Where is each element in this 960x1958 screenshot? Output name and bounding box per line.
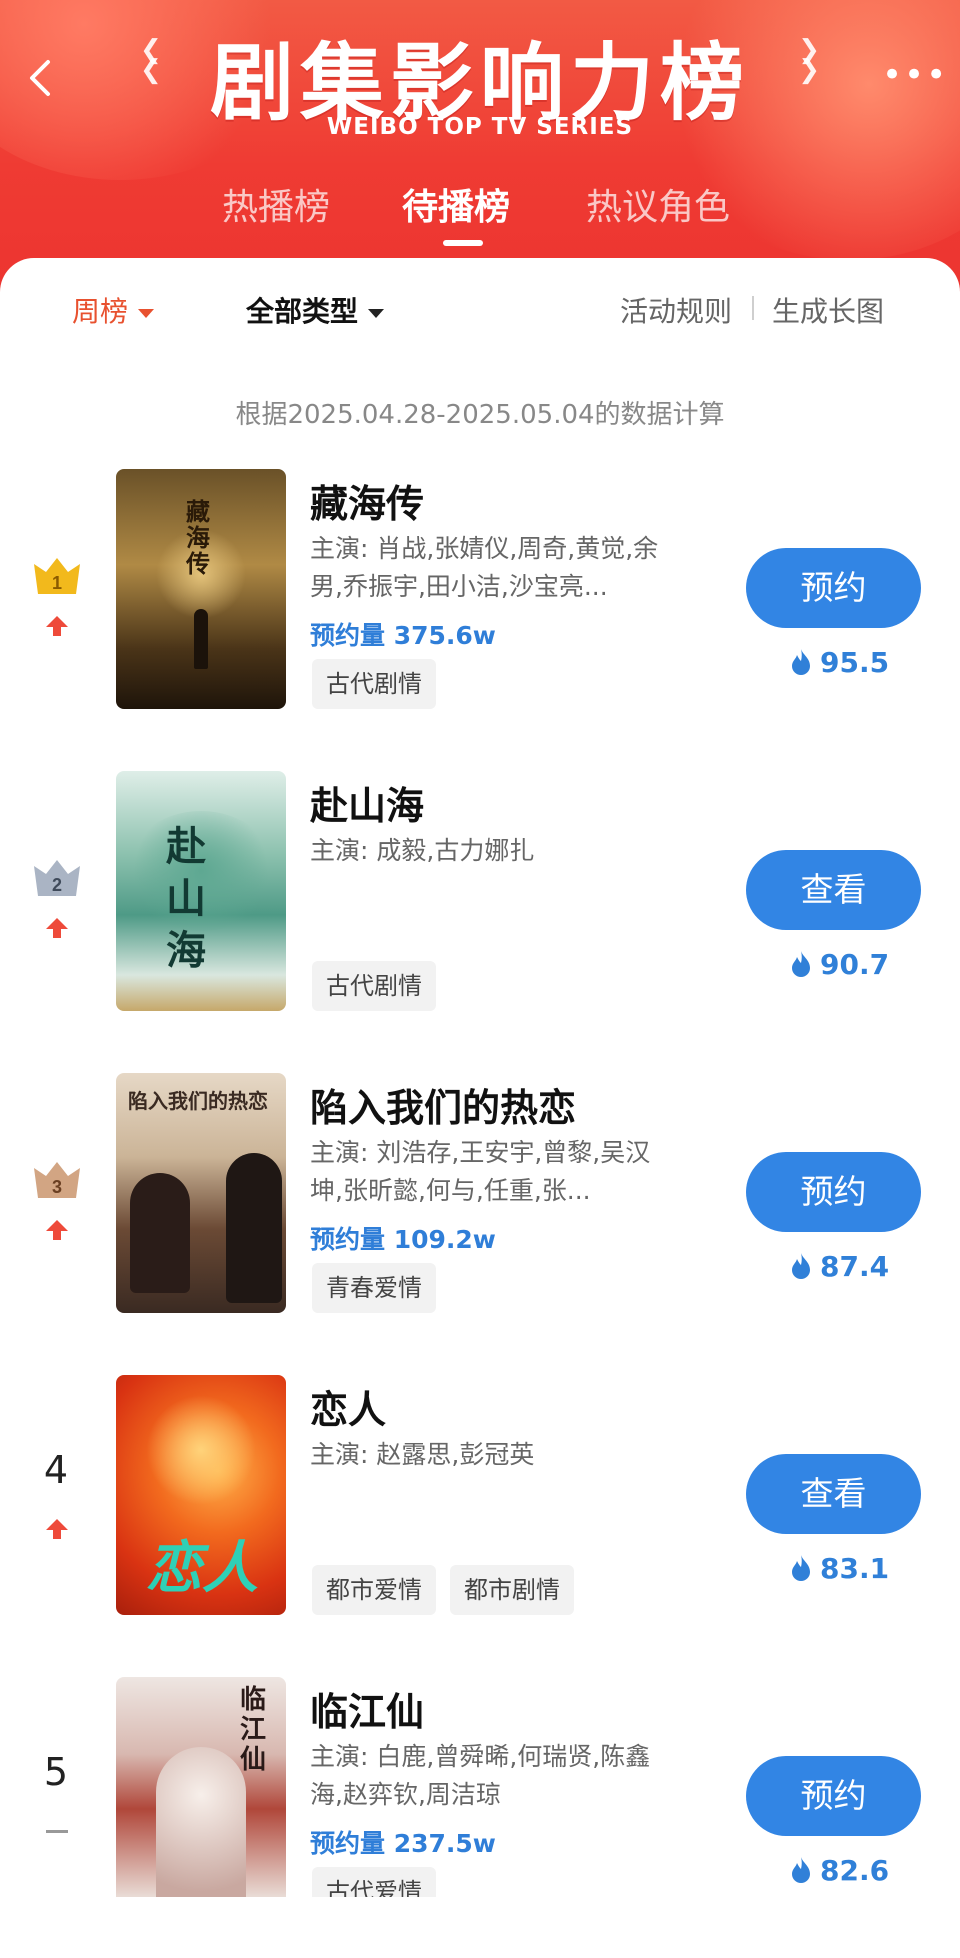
poster-image[interactable]: 恋人 [116,1375,286,1615]
genre-tag[interactable]: 都市剧情 [450,1565,574,1615]
genre-tag[interactable]: 青春爱情 [312,1263,436,1313]
cast-list: 主演: 成毅,古力娜扎 [310,836,535,865]
activity-rules-link[interactable]: 活动规则 [620,290,732,330]
trend-up-icon [46,616,68,636]
trend-flat-icon [46,1830,68,1833]
tab-hot-airing[interactable]: 热播榜 [222,178,330,230]
cast-list: 主演: 肖战,张婧仪,周奇,黄觉,余男,乔振宇,田小洁,沙宝亮... [310,534,659,601]
period-label: 周榜 [72,295,129,328]
reserve-button[interactable]: 预约 [746,1152,921,1232]
poster-image[interactable]: 临江仙 [116,1677,286,1897]
reservation-count: 预约量 109.2w [310,1220,496,1256]
flame-icon [792,1857,810,1883]
reservation-count: 预约量 375.6w [310,616,496,652]
heat-value: 90.7 [820,948,890,981]
caret-down-icon [368,308,385,318]
tab-upcoming[interactable]: 待播榜 [402,178,510,230]
heat-score: 90.7 [790,948,889,981]
show-title[interactable]: 恋人 [310,1379,386,1434]
heat-score: 95.5 [790,646,889,679]
reservation-value: 237.5w [393,1829,496,1858]
reservation-label: 预约量 [310,1829,386,1858]
trend-up-icon [46,918,68,938]
flame-icon [792,1253,810,1279]
type-label: 全部类型 [246,295,359,328]
show-title[interactable]: 藏海传 [310,473,424,528]
data-period-note: 根据2025.04.28-2025.05.04的数据计算 [235,400,725,430]
view-button[interactable]: 查看 [746,1454,921,1534]
poster-image[interactable]: 赴山海 [116,771,286,1011]
reservation-label: 预约量 [310,621,386,650]
header-banner: ••• ❮ ❮ ❯ ❯ 剧集影响力榜 WEIBO TOP TV SERIES 热播榜… [0,0,960,300]
cast-list: 主演: 白鹿,曾舜晞,何瑞贤,陈鑫海,赵弈钦,周洁琼 [310,1742,651,1809]
genre-tag[interactable]: 古代剧情 [312,961,436,1011]
flame-icon [792,649,810,675]
genre-tag[interactable]: 都市爱情 [312,1565,436,1615]
genre-tag[interactable]: 古代剧情 [312,659,436,709]
flame-icon [792,1555,810,1581]
active-tab-indicator [443,240,483,246]
poster-image[interactable]: 藏海传 [116,469,286,709]
divider [752,296,754,320]
silver-crown-icon: 2 [34,860,80,896]
rank-number: 2 [52,875,62,895]
heat-score: 87.4 [790,1250,889,1283]
poster-title-text: 恋人 [146,1535,258,1601]
reservation-label: 预约量 [310,1225,386,1254]
rank-number: 1 [52,573,62,593]
heat-value: 83.1 [820,1552,890,1585]
tab-hot-characters[interactable]: 热议角色 [586,178,730,230]
rank-number: 3 [52,1177,62,1197]
reservation-value: 109.2w [393,1225,496,1254]
reservation-count: 预约量 237.5w [310,1824,496,1860]
view-button[interactable]: 查看 [746,850,921,930]
cast-list: 主演: 刘浩存,王安宇,曾黎,吴汉坤,张昕懿,何与,任重,张... [310,1138,651,1205]
heat-score: 82.6 [790,1854,889,1887]
heat-value: 87.4 [820,1250,890,1283]
show-title[interactable]: 赴山海 [310,775,424,830]
generate-long-image-link[interactable]: 生成长图 [772,290,884,330]
type-dropdown[interactable]: 全部类型 [246,290,385,330]
reservation-value: 375.6w [393,621,496,650]
trend-up-icon [46,1220,68,1240]
heat-value: 95.5 [820,646,890,679]
period-dropdown[interactable]: 周榜 [72,290,155,330]
rank-number: 5 [43,1750,69,1794]
rank-number: 4 [43,1448,69,1492]
cast-list: 主演: 赵露思,彭冠英 [310,1440,535,1469]
reserve-button[interactable]: 预约 [746,548,921,628]
gold-crown-icon: 1 [34,558,80,594]
show-title[interactable]: 陷入我们的热恋 [310,1077,576,1132]
poster-title-text: 陷入我们的热恋 [128,1089,268,1113]
reserve-button[interactable]: 预约 [746,1756,921,1836]
show-title[interactable]: 临江仙 [310,1681,424,1736]
flame-icon [792,951,810,977]
poster-title-text: 临江仙 [240,1685,267,1775]
poster-image[interactable]: 陷入我们的热恋 [116,1073,286,1313]
heat-score: 83.1 [790,1552,889,1585]
caret-down-icon [138,308,155,318]
bronze-crown-icon: 3 [34,1162,80,1198]
page-subtitle: WEIBO TOP TV SERIES [326,114,634,140]
heat-value: 82.6 [820,1854,890,1887]
genre-tag[interactable]: 古代爱情 [312,1867,436,1897]
ranking-tabs: 热播榜 待播榜 热议角色 [0,178,960,238]
poster-title-text: 藏海传 [186,497,210,578]
trend-up-icon [46,1519,68,1539]
poster-title-text: 赴山海 [166,823,206,974]
